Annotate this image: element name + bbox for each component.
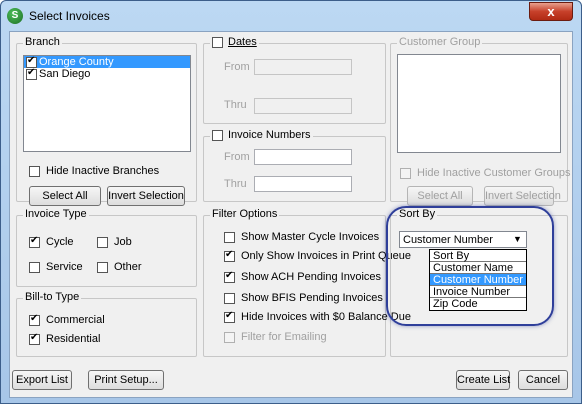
dates-thru-label: Thru bbox=[224, 99, 247, 111]
dates-legend-label: Dates bbox=[228, 36, 257, 48]
bill-to-residential-option[interactable]: Residential bbox=[29, 332, 101, 345]
hide-inactive-customer-groups-option[interactable]: Hide Inactive Customer Groups bbox=[400, 167, 570, 179]
branch-listbox[interactable]: Orange County San Diego bbox=[23, 55, 191, 152]
annotation-highlight-ring bbox=[386, 206, 554, 326]
invoice-numbers-legend[interactable]: Invoice Numbers bbox=[210, 129, 313, 141]
dates-checkbox[interactable] bbox=[212, 36, 223, 48]
hide-inactive-branches-checkbox[interactable] bbox=[29, 165, 40, 177]
title-bar: S Select Invoices x bbox=[1, 1, 581, 31]
bill-to-commercial-option[interactable]: Commercial bbox=[29, 313, 105, 326]
filter-hide-zero-balance-option[interactable]: Hide Invoices with $0 Balance Due bbox=[224, 310, 411, 323]
customer-group-legend: Customer Group bbox=[397, 36, 483, 48]
filter-options-legend: Filter Options bbox=[210, 208, 280, 220]
hide-inactive-customer-groups-checkbox[interactable] bbox=[400, 167, 411, 179]
bill-to-type-legend: Bill-to Type bbox=[23, 291, 82, 303]
branch-item-label: San Diego bbox=[39, 68, 91, 80]
filter-bfis-pending-option[interactable]: Show BFIS Pending Invoices bbox=[224, 292, 383, 304]
cancel-button[interactable]: Cancel bbox=[518, 370, 568, 390]
invoice-type-job-option[interactable]: Job bbox=[97, 236, 132, 248]
close-button[interactable]: x bbox=[529, 2, 573, 21]
hide-inactive-branches-option[interactable]: Hide Inactive Branches bbox=[29, 165, 159, 177]
invoice-type-legend: Invoice Type bbox=[23, 208, 89, 220]
emailing-label: Filter for Emailing bbox=[241, 331, 327, 343]
dates-from-input[interactable] bbox=[254, 59, 352, 75]
hide-zero-balance-label: Hide Invoices with $0 Balance Due bbox=[241, 311, 411, 323]
dialog-client-area: Branch Orange County San Diego Hide Inac… bbox=[9, 31, 573, 398]
invoice-numbers-checkbox[interactable] bbox=[212, 129, 223, 141]
branch-item-orange-county[interactable]: Orange County bbox=[24, 55, 190, 68]
job-label: Job bbox=[114, 236, 132, 248]
window-title: Select Invoices bbox=[29, 9, 110, 23]
invoice-numbers-group: Invoice Numbers From Thru bbox=[203, 129, 386, 202]
master-cycle-checkbox[interactable] bbox=[224, 231, 235, 243]
bill-to-type-group: Bill-to Type Commercial Residential bbox=[16, 291, 197, 357]
branch-select-all-button[interactable]: Select All bbox=[29, 186, 101, 206]
filter-ach-pending-option[interactable]: Show ACH Pending Invoices bbox=[224, 270, 382, 283]
customer-group-listbox[interactable] bbox=[397, 54, 561, 153]
commercial-label: Commercial bbox=[46, 314, 105, 326]
service-checkbox[interactable] bbox=[29, 261, 40, 273]
other-checkbox[interactable] bbox=[97, 261, 108, 273]
bfis-pending-label: Show BFIS Pending Invoices bbox=[241, 292, 383, 304]
master-cycle-label: Show Master Cycle Invoices bbox=[241, 231, 380, 243]
commercial-checkbox[interactable] bbox=[29, 313, 40, 326]
filter-emailing-option[interactable]: Filter for Emailing bbox=[224, 331, 327, 343]
print-queue-checkbox[interactable] bbox=[224, 249, 235, 262]
filter-print-queue-option[interactable]: Only Show Invoices in Print Queue bbox=[224, 249, 411, 262]
hide-inactive-customer-groups-label: Hide Inactive Customer Groups bbox=[417, 167, 571, 179]
invoice-type-other-option[interactable]: Other bbox=[97, 261, 142, 273]
cycle-checkbox[interactable] bbox=[29, 235, 40, 248]
customer-group-select-all-button[interactable]: Select All bbox=[407, 186, 473, 206]
branch-legend: Branch bbox=[23, 36, 62, 48]
customer-group-invert-selection-button[interactable]: Invert Selection bbox=[484, 186, 561, 206]
other-label: Other bbox=[114, 261, 142, 273]
bfis-pending-checkbox[interactable] bbox=[224, 292, 235, 304]
invoice-type-service-option[interactable]: Service bbox=[29, 261, 83, 273]
invoice-numbers-legend-label: Invoice Numbers bbox=[228, 129, 311, 141]
invoice-type-group: Invoice Type Cycle Job Service Other bbox=[16, 208, 197, 287]
branch-item-label: Orange County bbox=[39, 56, 114, 68]
branch-invert-selection-button[interactable]: Invert Selection bbox=[107, 186, 185, 206]
branch-item-san-diego[interactable]: San Diego bbox=[24, 67, 190, 80]
filter-options-group: Filter Options Show Master Cycle Invoice… bbox=[203, 208, 411, 357]
branch-san-diego-checkbox[interactable] bbox=[26, 67, 37, 80]
invoice-numbers-from-input[interactable] bbox=[254, 149, 352, 165]
invoice-numbers-thru-label: Thru bbox=[224, 178, 247, 190]
job-checkbox[interactable] bbox=[97, 236, 108, 248]
hide-zero-balance-checkbox[interactable] bbox=[224, 310, 235, 323]
emailing-checkbox[interactable] bbox=[224, 331, 235, 343]
dates-group: Dates From Thru bbox=[203, 36, 386, 124]
residential-label: Residential bbox=[46, 333, 101, 345]
cycle-label: Cycle bbox=[46, 236, 74, 248]
customer-group-group: Customer Group Hide Inactive Customer Gr… bbox=[390, 36, 570, 206]
invoice-numbers-thru-input[interactable] bbox=[254, 176, 352, 192]
filter-master-cycle-option[interactable]: Show Master Cycle Invoices bbox=[224, 231, 379, 243]
dates-thru-input[interactable] bbox=[254, 98, 352, 114]
hide-inactive-branches-label: Hide Inactive Branches bbox=[46, 165, 160, 177]
dates-legend[interactable]: Dates bbox=[210, 36, 259, 48]
invoice-numbers-from-label: From bbox=[224, 151, 250, 163]
service-label: Service bbox=[46, 261, 83, 273]
create-list-button[interactable]: Create List bbox=[456, 370, 510, 390]
ach-pending-label: Show ACH Pending Invoices bbox=[241, 271, 382, 283]
invoice-type-cycle-option[interactable]: Cycle bbox=[29, 235, 74, 248]
dates-from-label: From bbox=[224, 61, 250, 73]
print-setup-button[interactable]: Print Setup... bbox=[88, 370, 164, 390]
select-invoices-window: S Select Invoices x Branch Orange County… bbox=[0, 0, 582, 404]
ach-pending-checkbox[interactable] bbox=[224, 270, 235, 283]
branch-group: Branch Orange County San Diego Hide Inac… bbox=[16, 36, 197, 206]
export-list-button[interactable]: Export List bbox=[12, 370, 72, 390]
app-icon: S bbox=[7, 8, 23, 24]
residential-checkbox[interactable] bbox=[29, 332, 40, 345]
